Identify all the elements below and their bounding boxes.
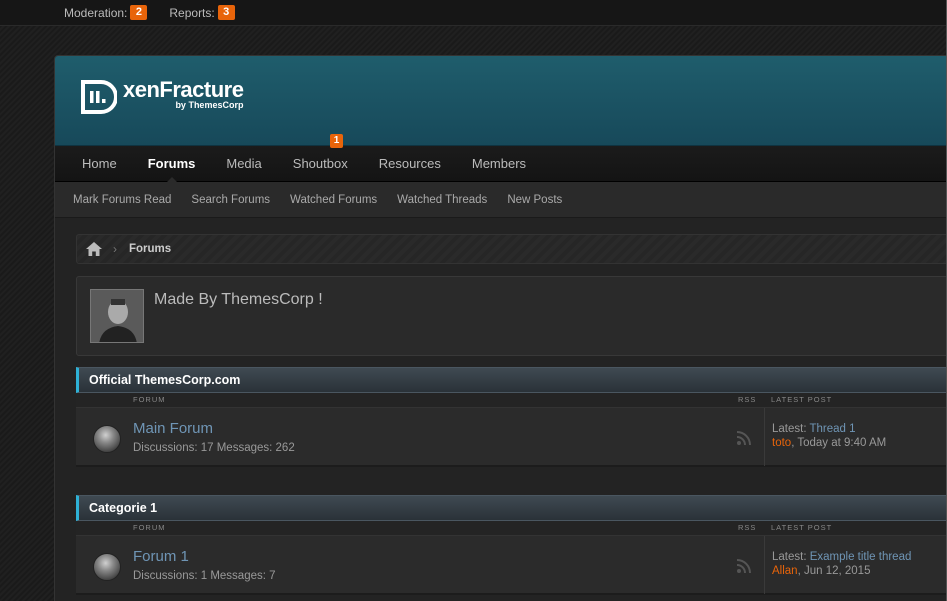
main-navigation: Home Forums Media Shoutbox 1 Resources M… — [55, 133, 947, 183]
tab-resources[interactable]: Resources — [368, 146, 452, 182]
latest-post: Latest: Example title thread Allan, Jun … — [764, 536, 911, 594]
latest-post: Latest: Thread 1 toto, Today at 9:40 AM — [764, 408, 886, 466]
breadcrumb-forums[interactable]: Forums — [129, 243, 171, 255]
category-title[interactable]: Categorie 1 — [76, 495, 947, 521]
column-forum: Forum — [133, 395, 166, 404]
forum-read-status-icon — [93, 425, 121, 453]
site-logo[interactable]: xenFracture by ThemesCorp — [79, 77, 244, 116]
latest-user-link[interactable]: toto — [772, 437, 791, 449]
latest-thread-link[interactable]: Thread 1 — [810, 423, 856, 435]
forum-sub-navigation: Mark Forums Read Search Forums Watched F… — [55, 182, 947, 218]
new-posts-link[interactable]: New Posts — [507, 194, 562, 206]
latest-date: , Today at 9:40 AM — [791, 437, 887, 449]
category-categorie-1: Categorie 1 Forum RSS Latest Post Forum … — [76, 495, 947, 595]
tab-home[interactable]: Home — [71, 146, 128, 182]
logo-title: xenFracture — [123, 77, 244, 102]
breadcrumb-separator: › — [113, 242, 117, 256]
tab-resources-label: Resources — [378, 155, 441, 171]
mark-forums-read-link[interactable]: Mark Forums Read — [73, 194, 171, 206]
reports-link[interactable]: Reports: 3 — [169, 5, 235, 20]
latest-prefix: Latest: — [772, 423, 810, 435]
forum-read-status-icon — [93, 553, 121, 581]
tab-home-label: Home — [82, 155, 117, 171]
category-column-headers: Forum RSS Latest Post — [76, 521, 947, 535]
tab-shoutbox-label: Shoutbox — [292, 155, 348, 171]
tab-forums-label: Forums — [147, 155, 196, 171]
forum-title-link[interactable]: Forum 1 — [133, 548, 189, 565]
category-official-themescorp: Official ThemesCorp.com Forum RSS Latest… — [76, 367, 947, 467]
breadcrumb: › Forums — [76, 234, 947, 264]
forum-stats: Discussions: 17 Messages: 262 — [133, 442, 295, 454]
rss-icon[interactable] — [736, 430, 752, 449]
rss-icon[interactable] — [736, 558, 752, 577]
moderation-count-badge: 2 — [130, 5, 148, 20]
column-latest-post: Latest Post — [771, 395, 833, 404]
avatar-person-icon — [91, 290, 143, 342]
home-icon — [86, 242, 102, 256]
forum-row: Forum 1 Discussions: 1 Messages: 7 Lates… — [76, 535, 947, 595]
logo-mark-icon — [81, 80, 117, 114]
latest-thread-link[interactable]: Example title thread — [810, 551, 912, 563]
watched-threads-link[interactable]: Watched Threads — [397, 194, 487, 206]
latest-user-link[interactable]: Allan — [772, 565, 798, 577]
tab-media-label: Media — [226, 155, 262, 171]
tab-members[interactable]: Members — [461, 146, 537, 182]
tab-media[interactable]: Media — [215, 146, 272, 182]
moderator-bar: Moderation: 2 Reports: 3 — [0, 0, 947, 26]
latest-prefix: Latest: — [772, 551, 810, 563]
column-rss: RSS — [738, 523, 757, 532]
category-title[interactable]: Official ThemesCorp.com — [76, 367, 947, 393]
latest-date: , Jun 12, 2015 — [797, 565, 871, 577]
tab-shoutbox[interactable]: Shoutbox 1 — [282, 133, 359, 182]
moderation-link[interactable]: Moderation: 2 — [64, 5, 148, 20]
notice-block: Made By ThemesCorp ! — [76, 276, 947, 356]
reports-count-badge: 3 — [217, 5, 235, 20]
search-forums-link[interactable]: Search Forums — [191, 194, 270, 206]
avatar[interactable] — [90, 289, 144, 343]
moderation-label: Moderation: — [64, 5, 128, 20]
page-container: xenFracture by ThemesCorp Home Forums Me… — [54, 55, 947, 601]
column-forum: Forum — [133, 523, 166, 532]
category-column-headers: Forum RSS Latest Post — [76, 393, 947, 407]
forum-stats: Discussions: 1 Messages: 7 — [133, 570, 276, 582]
tab-members-label: Members — [471, 155, 527, 171]
watched-forums-link[interactable]: Watched Forums — [290, 194, 377, 206]
column-rss: RSS — [738, 395, 757, 404]
column-latest-post: Latest Post — [771, 523, 833, 532]
site-header: xenFracture by ThemesCorp — [55, 56, 947, 146]
forum-title-link[interactable]: Main Forum — [133, 420, 213, 437]
shoutbox-badge: 1 — [329, 133, 344, 148]
breadcrumb-home[interactable] — [77, 235, 111, 263]
forum-row: Main Forum Discussions: 17 Messages: 262… — [76, 407, 947, 467]
notice-text: Made By ThemesCorp ! — [154, 291, 323, 308]
tab-forums[interactable]: Forums — [137, 146, 207, 183]
reports-label: Reports: — [169, 5, 215, 20]
